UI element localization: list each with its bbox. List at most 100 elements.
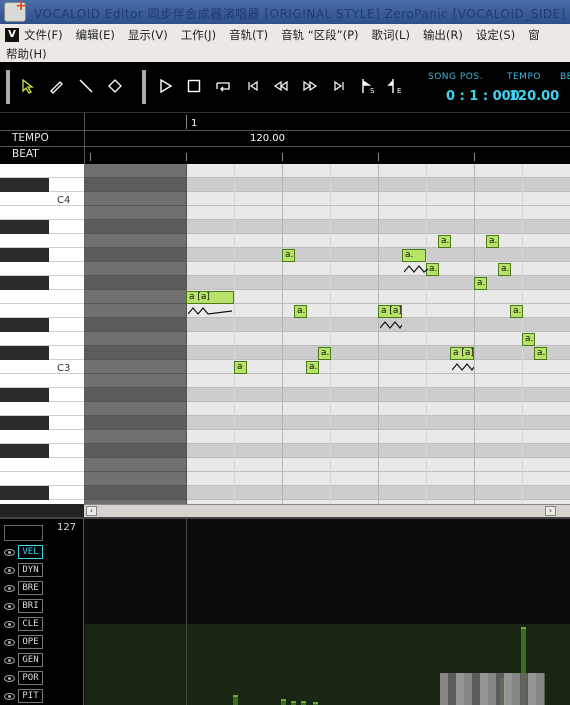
piano-key[interactable] — [0, 304, 84, 318]
eye-icon[interactable] — [4, 602, 15, 610]
note-block[interactable]: a [a] — [234, 361, 247, 374]
menu-window[interactable]: 窗 — [528, 27, 540, 43]
eraser-tool-icon[interactable] — [105, 76, 125, 96]
vibrato-icon[interactable] — [188, 305, 232, 317]
app-icon[interactable] — [4, 0, 27, 22]
black-piano-key[interactable] — [0, 178, 49, 192]
control-param-button[interactable]: VEL — [18, 545, 43, 559]
piano-key[interactable] — [0, 262, 84, 276]
control-param-vel[interactable]: VEL — [4, 544, 43, 560]
note-block[interactable]: a. — [438, 235, 451, 248]
rewind-start-icon[interactable] — [243, 76, 263, 96]
black-piano-key[interactable] — [0, 220, 49, 234]
black-piano-key[interactable] — [0, 416, 49, 430]
note-block[interactable]: a [a] — [450, 347, 474, 360]
eye-icon[interactable] — [4, 674, 15, 682]
eye-icon[interactable] — [4, 638, 15, 646]
note-block[interactable]: a. — [510, 305, 523, 318]
eye-icon[interactable] — [4, 584, 15, 592]
piano-key[interactable] — [0, 332, 84, 346]
loop-icon[interactable] — [213, 76, 233, 96]
piano-key[interactable] — [0, 192, 84, 206]
control-param-gen[interactable]: GEN — [4, 652, 43, 668]
play-icon[interactable] — [156, 76, 176, 96]
control-param-button[interactable]: BRI — [18, 599, 43, 613]
control-param-cle[interactable]: CLE — [4, 616, 43, 632]
note-block[interactable]: a. — [498, 263, 511, 276]
control-param-button[interactable]: DYN — [18, 563, 43, 577]
control-param-button[interactable]: GEN — [18, 653, 43, 667]
control-param-por[interactable]: POR — [4, 670, 43, 686]
black-piano-key[interactable] — [0, 318, 49, 332]
note-grid[interactable]: a [a]a.a.a.a.a [a]a [a]a.a.a [a]a.a.a.a.… — [186, 164, 570, 504]
menu-help[interactable]: 帮助(H) — [6, 46, 47, 62]
forward-end-icon[interactable] — [329, 76, 349, 96]
note-block[interactable]: a. — [474, 277, 487, 290]
menu-track[interactable]: 音轨(T) — [229, 27, 268, 43]
piano-key[interactable] — [0, 402, 84, 416]
note-block[interactable]: a. — [522, 333, 535, 346]
piano-key[interactable] — [0, 472, 84, 486]
ruler[interactable]: 1 TEMPO 120.00 BEAT — [0, 112, 570, 165]
vocaloid-logo-icon[interactable]: V — [5, 27, 19, 42]
control-param-ope[interactable]: OPE — [4, 634, 43, 650]
piano-key[interactable] — [0, 206, 84, 220]
velocity-bar[interactable] — [301, 701, 306, 705]
pre-roll-area[interactable] — [84, 164, 186, 504]
vibrato-icon[interactable] — [380, 319, 402, 331]
control-param-button[interactable]: OPE — [18, 635, 43, 649]
control-param-button[interactable]: POR — [18, 671, 43, 685]
piano-key[interactable] — [0, 458, 84, 472]
velocity-bar[interactable] — [281, 699, 286, 705]
piano-roll[interactable]: C4 C3 a [a]a.a.a.a.a [a]a [a]a.a.a [a]a.… — [0, 164, 570, 504]
black-piano-key[interactable] — [0, 388, 49, 402]
menu-file[interactable]: 文件(F) — [24, 27, 63, 43]
note-block[interactable]: a [a] — [186, 291, 234, 304]
line-tool-icon[interactable] — [76, 76, 96, 96]
toolbar-grip[interactable] — [6, 70, 10, 104]
horizontal-scrollbar[interactable]: ‹ › — [84, 504, 570, 517]
eye-icon[interactable] — [4, 692, 15, 700]
note-block[interactable]: a. — [402, 249, 426, 262]
black-piano-key[interactable] — [0, 444, 49, 458]
note-block[interactable]: a. — [306, 361, 319, 374]
menu-view[interactable]: 显示(V) — [128, 27, 168, 43]
control-param-button[interactable]: BRE — [18, 581, 43, 595]
control-value-box[interactable] — [4, 525, 43, 541]
piano-key[interactable] — [0, 290, 84, 304]
end-marker-icon[interactable]: E — [386, 76, 406, 96]
note-block[interactable]: a. — [534, 347, 547, 360]
menu-settings[interactable]: 设定(S) — [476, 27, 515, 43]
black-piano-key[interactable] — [0, 346, 49, 360]
eye-icon[interactable] — [4, 656, 15, 664]
menu-job[interactable]: 工作(J) — [181, 27, 216, 43]
note-block[interactable]: a. — [486, 235, 499, 248]
fast-forward-icon[interactable] — [300, 76, 320, 96]
note-block[interactable]: a [a] — [378, 305, 402, 318]
piano-key[interactable] — [0, 430, 84, 444]
note-block[interactable]: a. — [318, 347, 331, 360]
note-block[interactable]: a. — [294, 305, 307, 318]
stop-icon[interactable] — [184, 76, 204, 96]
scroll-left-icon[interactable]: ‹ — [86, 506, 97, 516]
eye-icon[interactable] — [4, 566, 15, 574]
scroll-right-icon[interactable]: › — [545, 506, 556, 516]
arrow-tool-icon[interactable] — [18, 76, 38, 96]
black-piano-key[interactable] — [0, 248, 49, 262]
control-param-bri[interactable]: BRI — [4, 598, 43, 614]
black-piano-key[interactable] — [0, 486, 49, 500]
toolbar-grip-2[interactable] — [142, 70, 146, 104]
black-piano-key[interactable] — [0, 276, 49, 290]
piano-keyboard[interactable]: C4 C3 — [0, 164, 84, 504]
menu-part[interactable]: 音轨 “区段”(P) — [281, 27, 358, 43]
piano-key[interactable] — [0, 164, 84, 178]
menu-edit[interactable]: 编辑(E) — [76, 27, 115, 43]
menu-lyrics[interactable]: 歌词(L) — [372, 27, 410, 43]
start-marker-icon[interactable]: S — [358, 76, 378, 96]
note-block[interactable]: a. — [282, 249, 295, 262]
menu-render[interactable]: 输出(R) — [423, 27, 463, 43]
tempo-marker[interactable]: 120.00 — [250, 133, 285, 144]
vibrato-icon[interactable] — [404, 263, 428, 275]
velocity-bar[interactable] — [291, 701, 296, 705]
rewind-icon[interactable] — [271, 76, 291, 96]
